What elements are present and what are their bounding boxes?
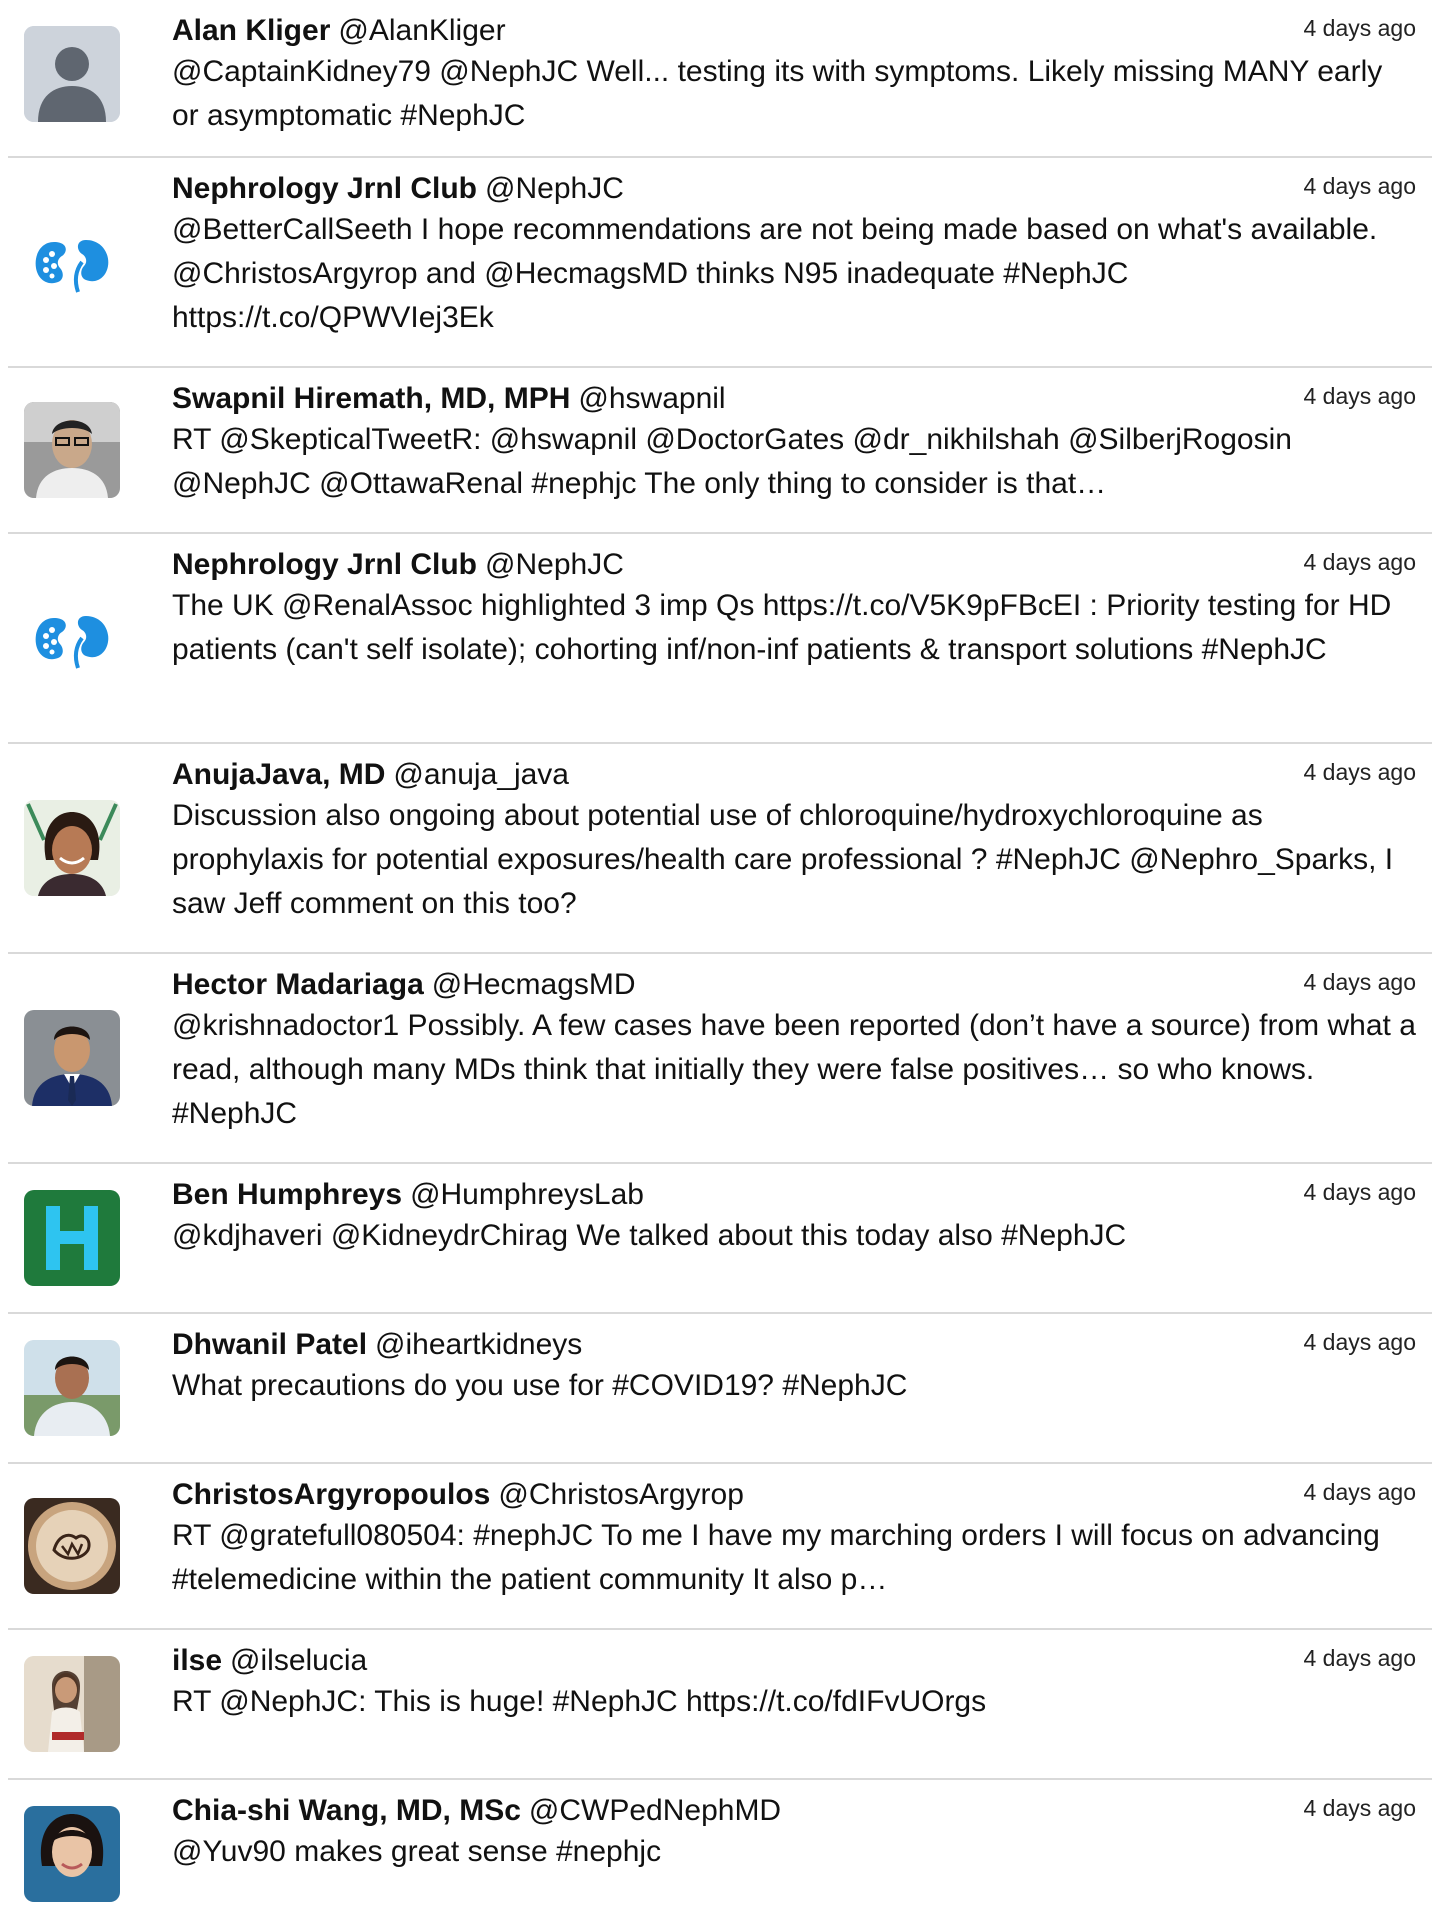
- tweet-header: Chia-shi Wang, MD, MSc @CWPedNephMD: [172, 1792, 1416, 1830]
- tweet-feed: Alan Kliger @AlanKliger 4 days ago @Capta…: [0, 0, 1435, 1920]
- kidney-logo-icon: [24, 590, 120, 686]
- avatar[interactable]: [24, 1340, 120, 1436]
- author-handle[interactable]: @HumphreysLab: [410, 1178, 644, 1211]
- author-name[interactable]: Nephrology Jrnl Club: [172, 548, 477, 581]
- tweet-header: Nephrology Jrnl Club @NephJC: [172, 170, 1416, 208]
- avatar[interactable]: [24, 590, 120, 686]
- tweet-text: What precautions do you use for #COVID19…: [172, 1369, 908, 1402]
- author-handle[interactable]: @ChristosArgyrop: [498, 1478, 744, 1511]
- tweet-header: ilse @ilselucia: [172, 1642, 1416, 1680]
- tweet-text: RT @SkepticalTweetR: @hswapnil @DoctorGa…: [172, 423, 1292, 500]
- tweet-item[interactable]: Swapnil Hiremath, MD, MPH @hswapnil 4 day…: [8, 368, 1432, 534]
- profile-photo-icon: [24, 402, 120, 498]
- timestamp[interactable]: 4 days ago: [1303, 548, 1416, 576]
- avatar[interactable]: [24, 1656, 120, 1752]
- author-name[interactable]: ilse: [172, 1644, 222, 1677]
- author-handle[interactable]: @ilselucia: [230, 1644, 367, 1677]
- author-handle[interactable]: @anuja_java: [393, 758, 569, 791]
- author-handle[interactable]: @NephJC: [485, 172, 624, 205]
- tweet-text: The UK @RenalAssoc highlighted 3 imp Qs …: [172, 589, 1392, 666]
- author-name[interactable]: Swapnil Hiremath, MD, MPH: [172, 382, 570, 415]
- avatar[interactable]: [24, 1498, 120, 1594]
- avatar[interactable]: [24, 26, 120, 122]
- avatar[interactable]: [24, 402, 120, 498]
- tweet-item[interactable]: AnujaJava, MD @anuja_java 4 days ago Disc…: [8, 744, 1432, 954]
- tweet-text: RT @NephJC: This is huge! #NephJC https:…: [172, 1685, 987, 1718]
- tweet-text: RT @gratefull080504: #nephJC To me I hav…: [172, 1519, 1380, 1596]
- timestamp[interactable]: 4 days ago: [1303, 1478, 1416, 1506]
- letter-h-logo-icon: [24, 1190, 120, 1286]
- author-handle[interactable]: @AlanKliger: [338, 14, 505, 47]
- tweet-text: @CaptainKidney79 @NephJC Well... testing…: [172, 55, 1383, 132]
- avatar[interactable]: [24, 214, 120, 310]
- tweet-text: @kdjhaveri @KidneydrChirag We talked abo…: [172, 1219, 1127, 1252]
- author-name[interactable]: Nephrology Jrnl Club: [172, 172, 477, 205]
- author-handle[interactable]: @NephJC: [485, 548, 624, 581]
- author-name[interactable]: Hector Madariaga: [172, 968, 424, 1001]
- avatar[interactable]: [24, 800, 120, 896]
- author-handle[interactable]: @hswapnil: [578, 382, 725, 415]
- tweet-text: Discussion also ongoing about potential …: [172, 799, 1394, 920]
- tweet-item[interactable]: ilse @ilselucia 4 days ago RT @NephJC: Th…: [8, 1630, 1432, 1780]
- tweet-item[interactable]: Alan Kliger @AlanKliger 4 days ago @Capta…: [8, 0, 1432, 158]
- timestamp[interactable]: 4 days ago: [1303, 1644, 1416, 1672]
- avatar[interactable]: [24, 1806, 120, 1902]
- latte-art-icon: [24, 1498, 120, 1594]
- tweet-header: Alan Kliger @AlanKliger: [172, 12, 1416, 50]
- author-handle[interactable]: @iheartkidneys: [375, 1328, 582, 1361]
- tweet-item[interactable]: ChristosArgyropoulos @ChristosArgyrop 4 d…: [8, 1464, 1432, 1630]
- profile-photo-icon: [24, 1806, 120, 1902]
- author-name[interactable]: Alan Kliger: [172, 14, 330, 47]
- timestamp[interactable]: 4 days ago: [1303, 1178, 1416, 1206]
- author-handle[interactable]: @HecmagsMD: [432, 968, 636, 1001]
- timestamp[interactable]: 4 days ago: [1303, 14, 1416, 42]
- timestamp[interactable]: 4 days ago: [1303, 382, 1416, 410]
- tweet-text: @Yuv90 makes great sense #nephjc: [172, 1835, 662, 1868]
- tweet-text: @krishnadoctor1 Possibly. A few cases ha…: [172, 1009, 1416, 1130]
- profile-photo-icon: [24, 1656, 120, 1752]
- default-user-icon: [24, 26, 120, 122]
- timestamp[interactable]: 4 days ago: [1303, 1794, 1416, 1822]
- tweet-item[interactable]: Nephrology Jrnl Club @NephJC 4 days ago T…: [8, 534, 1432, 744]
- timestamp[interactable]: 4 days ago: [1303, 758, 1416, 786]
- tweet-item[interactable]: Chia-shi Wang, MD, MSc @CWPedNephMD 4 day…: [8, 1780, 1432, 1920]
- kidney-logo-icon: [24, 214, 120, 310]
- tweet-header: Hector Madariaga @HecmagsMD: [172, 966, 1416, 1004]
- tweet-header: Nephrology Jrnl Club @NephJC: [172, 546, 1416, 584]
- tweet-header: Ben Humphreys @HumphreysLab: [172, 1176, 1416, 1214]
- tweet-item[interactable]: Hector Madariaga @HecmagsMD 4 days ago @k…: [8, 954, 1432, 1164]
- avatar[interactable]: [24, 1010, 120, 1106]
- tweet-item[interactable]: Ben Humphreys @HumphreysLab 4 days ago @k…: [8, 1164, 1432, 1314]
- tweet-item[interactable]: Dhwanil Patel @iheartkidneys 4 days ago W…: [8, 1314, 1432, 1464]
- author-name[interactable]: ChristosArgyropoulos: [172, 1478, 490, 1511]
- author-name[interactable]: Chia-shi Wang, MD, MSc: [172, 1794, 521, 1827]
- author-name[interactable]: Ben Humphreys: [172, 1178, 402, 1211]
- author-name[interactable]: Dhwanil Patel: [172, 1328, 367, 1361]
- author-name[interactable]: AnujaJava, MD: [172, 758, 385, 791]
- timestamp[interactable]: 4 days ago: [1303, 968, 1416, 996]
- tweet-header: ChristosArgyropoulos @ChristosArgyrop: [172, 1476, 1416, 1514]
- avatar[interactable]: [24, 1190, 120, 1286]
- tweet-header: Dhwanil Patel @iheartkidneys: [172, 1326, 1416, 1364]
- profile-photo-icon: [24, 800, 120, 896]
- timestamp[interactable]: 4 days ago: [1303, 172, 1416, 200]
- tweet-item[interactable]: Nephrology Jrnl Club @NephJC 4 days ago @…: [8, 158, 1432, 368]
- author-handle[interactable]: @CWPedNephMD: [529, 1794, 781, 1827]
- tweet-text: @BetterCallSeeth I hope recommendations …: [172, 213, 1378, 334]
- profile-photo-icon: [24, 1340, 120, 1436]
- tweet-header: AnujaJava, MD @anuja_java: [172, 756, 1416, 794]
- timestamp[interactable]: 4 days ago: [1303, 1328, 1416, 1356]
- profile-photo-icon: [24, 1010, 120, 1106]
- tweet-header: Swapnil Hiremath, MD, MPH @hswapnil: [172, 380, 1416, 418]
